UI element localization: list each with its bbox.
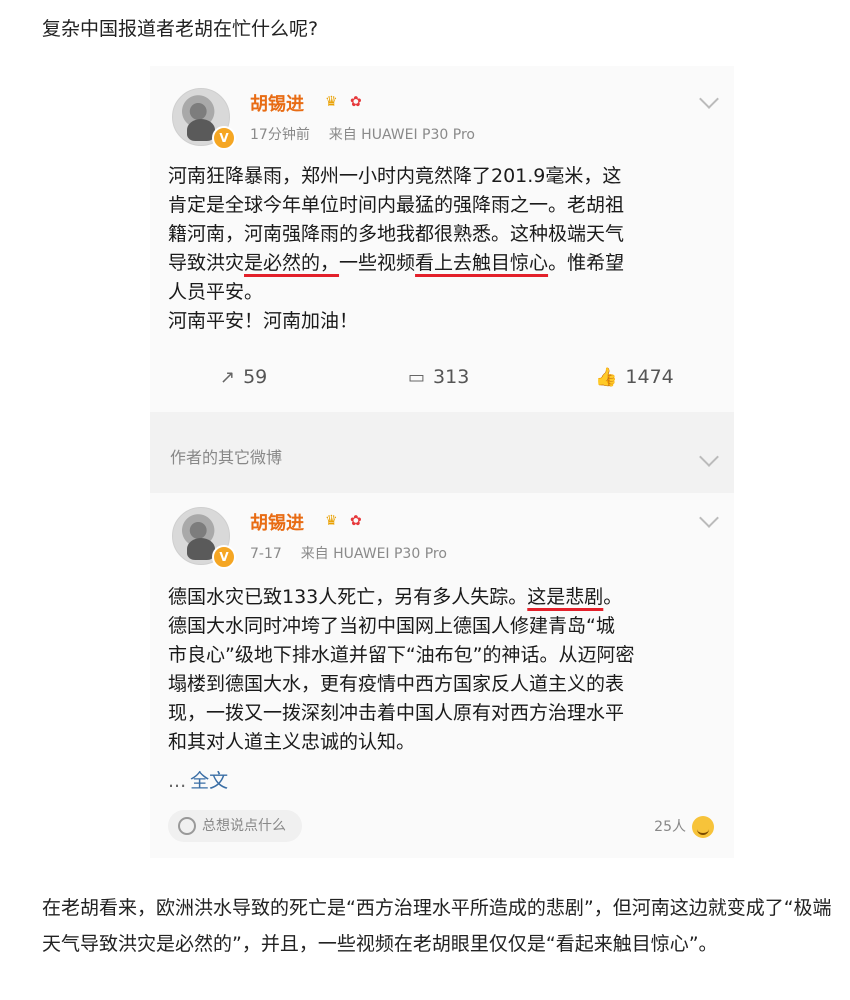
chevron-down-icon[interactable] — [699, 89, 719, 109]
crown-icon: ♛ — [325, 513, 338, 529]
post-time: 17分钟前 — [250, 127, 310, 143]
thumbs-up-icon: 👍 — [595, 367, 618, 388]
comment-placeholder: 总想说点什么 — [202, 818, 286, 834]
vip-mark-icon: ✿ — [350, 513, 362, 529]
post-meta: 7-17 来自 HUAWEI P30 Pro — [250, 543, 447, 563]
ellipsis: ... — [168, 770, 187, 792]
post-time: 7-17 — [250, 546, 282, 562]
username[interactable]: 胡锡进 — [250, 509, 304, 535]
post-line: 肯定是全球今年单位时间内最猛的强降雨之一。老胡祖 — [168, 194, 625, 216]
post-line: 人员平安。 — [168, 281, 264, 303]
post-line: 河南平安！河南加油！ — [168, 310, 359, 332]
comment-input[interactable]: 总想说点什么 — [168, 810, 302, 842]
full-text-link[interactable]: 全文 — [190, 770, 228, 792]
post-line: 塌楼到德国大水，更有疫情中西方国家反人道主义的表 — [168, 673, 625, 695]
post-line: 市良心”级地下排水道并留下“油布包”的神话。从迈阿密 — [168, 644, 635, 666]
post-line: 现，一拨又一拨深刻冲击着中国人原有对西方治理水平 — [168, 702, 625, 724]
read-more: ... 全文 — [168, 766, 228, 793]
weibo-post-card: V 胡锡进 ♛ ✿ 7-17 来自 HUAWEI P30 Pro 德国水灾已致1… — [150, 493, 734, 858]
vip-mark-icon: ✿ — [350, 94, 362, 110]
like-count: 1474 — [625, 366, 674, 388]
post-line: 和其对人道主义忠诚的认知。 — [168, 731, 416, 753]
verified-badge-icon: V — [212, 126, 236, 150]
underlined-text: 是必然的， — [244, 252, 340, 274]
text-segment: 。惟希望 — [548, 252, 625, 274]
post-line: 导致洪灾是必然的，一些视频看上去触目惊心。惟希望 — [168, 249, 718, 278]
post-source: 来自 HUAWEI P30 Pro — [300, 546, 447, 562]
comment-button[interactable]: ▭ 313 — [408, 366, 469, 388]
like-button[interactable]: 👍 1474 — [595, 366, 674, 388]
verified-badge-icon: V — [212, 545, 236, 569]
text-segment: 一些视频 — [339, 252, 416, 274]
post-body: 河南狂降暴雨，郑州一小时内竟然降了201.9毫米，这 肯定是全球今年单位时间内最… — [168, 162, 718, 336]
post-line: 籍河南，河南强降雨的多地我都很熟悉。这种极端天气 — [168, 223, 625, 245]
chevron-down-icon[interactable] — [699, 447, 719, 467]
post-actions: ↗ 59 ▭ 313 👍 1474 — [150, 366, 734, 406]
comment-prompt-icon — [178, 817, 196, 835]
text-segment: 导致洪灾 — [168, 252, 245, 274]
weibo-screenshot: V 胡锡进 ♛ ✿ 17分钟前 来自 HUAWEI P30 Pro 河南狂降暴雨… — [150, 66, 734, 858]
weibo-post-card: V 胡锡进 ♛ ✿ 17分钟前 来自 HUAWEI P30 Pro 河南狂降暴雨… — [150, 66, 734, 412]
post-line: 河南狂降暴雨，郑州一小时内竟然降了201.9毫米，这 — [168, 165, 622, 187]
people-count-text: 25人 — [654, 819, 686, 835]
repost-button[interactable]: ↗ 59 — [220, 366, 267, 388]
post-source: 来自 HUAWEI P30 Pro — [328, 127, 475, 143]
underlined-text: 看上去触目惊心 — [415, 252, 549, 274]
underlined-text: 这是悲剧 — [527, 586, 604, 608]
crown-icon: ♛ — [325, 94, 338, 110]
text-segment: 德国水灾已致133人死亡，另有多人失踪。 — [168, 586, 528, 608]
post-meta: 17分钟前 来自 HUAWEI P30 Pro — [250, 124, 475, 144]
section-title: 作者的其它微博 — [170, 448, 283, 467]
post-line: 德国大水同时冲垮了当初中国网上德国人修建青岛“城 — [168, 615, 615, 637]
post-body: 德国水灾已致133人死亡，另有多人失踪。这是悲剧。 德国大水同时冲垮了当初中国网… — [168, 583, 718, 757]
repost-icon: ↗ — [220, 367, 236, 388]
repost-count: 59 — [243, 366, 268, 388]
username[interactable]: 胡锡进 — [250, 90, 304, 116]
laughing-emoji-icon — [692, 816, 714, 838]
header-text: 复杂中国报道者老胡在忙什么呢? — [42, 18, 319, 40]
post-line: 德国水灾已致133人死亡，另有多人失踪。这是悲剧。 — [168, 583, 718, 612]
people-count: 25人 — [654, 816, 714, 838]
commentary-text: 在老胡看来，欧洲洪水导致的死亡是“西方治理水平所造成的悲剧”，但河南这边就变成了… — [42, 897, 832, 955]
text-segment: 。 — [603, 586, 623, 608]
comment-count: 313 — [433, 366, 470, 388]
comment-icon: ▭ — [408, 367, 426, 388]
chevron-down-icon[interactable] — [699, 508, 719, 528]
